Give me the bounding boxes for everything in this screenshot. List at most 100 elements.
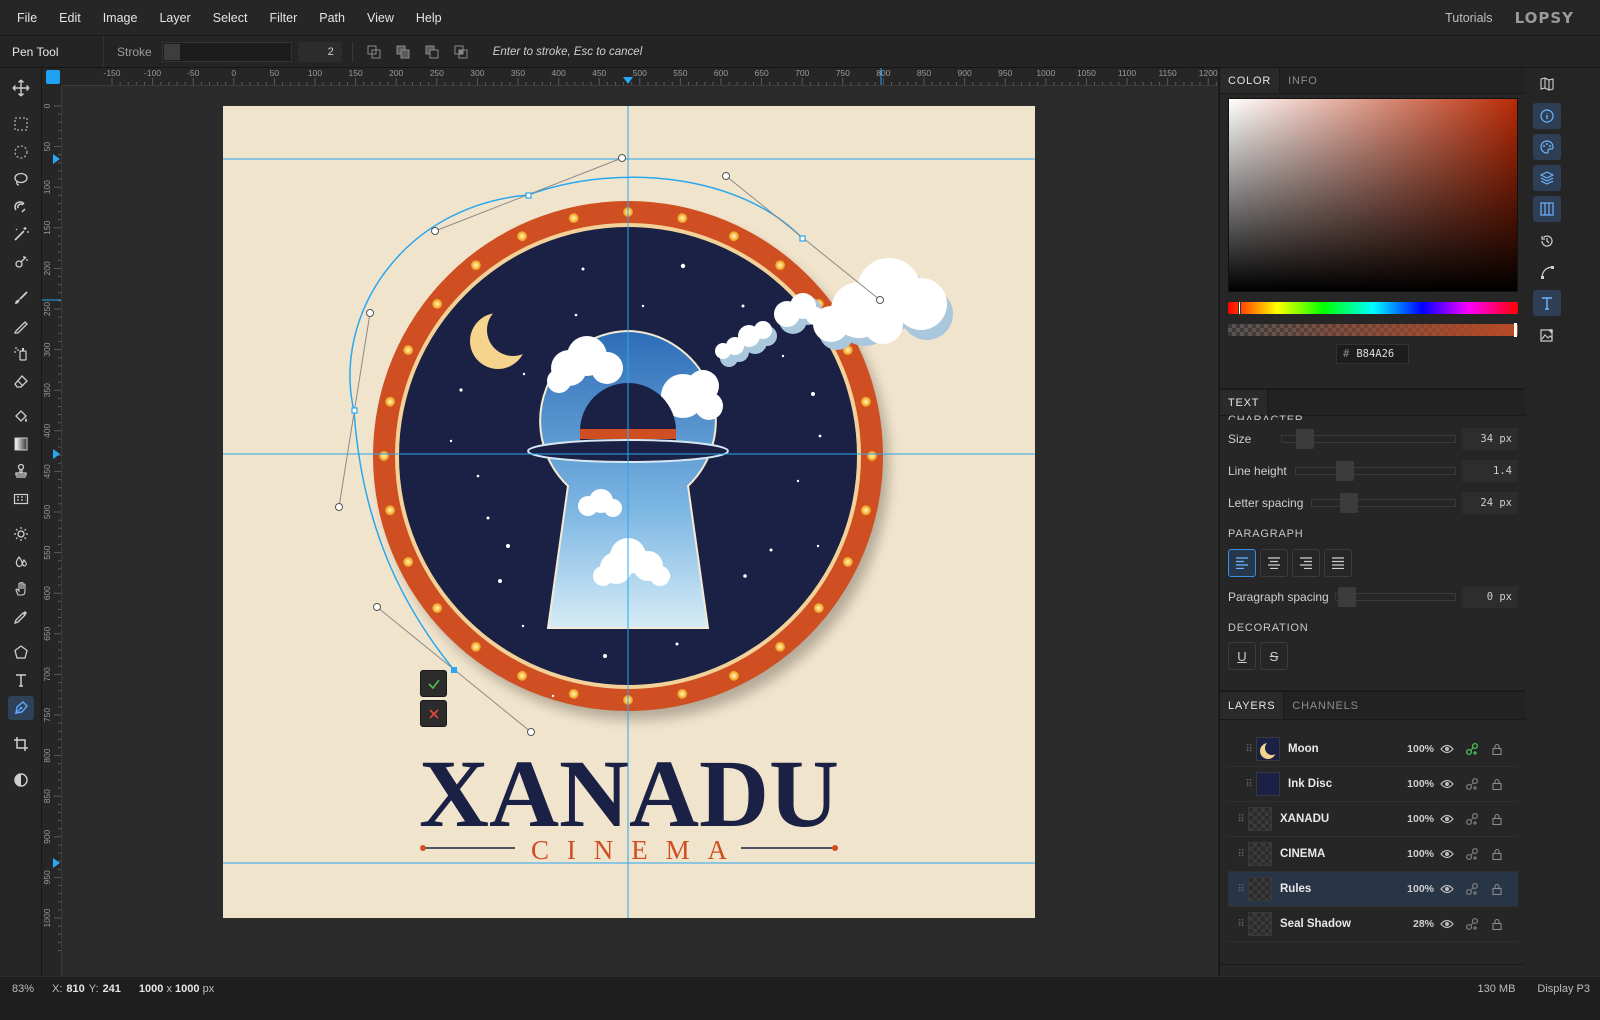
- blur-icon[interactable]: [8, 550, 34, 574]
- lock-icon[interactable]: [1484, 743, 1509, 755]
- fx-icon[interactable]: [1459, 847, 1484, 861]
- layer-name[interactable]: XANADU: [1280, 813, 1394, 825]
- eye-icon[interactable]: [1434, 884, 1459, 894]
- menu-file[interactable]: File: [6, 11, 48, 25]
- layer-row[interactable]: ⠿ Seal Shadow 28%: [1228, 907, 1518, 942]
- ellipse-select-icon[interactable]: [8, 140, 34, 164]
- rect-select-icon[interactable]: [8, 112, 34, 136]
- align-center-button[interactable]: [1260, 549, 1288, 577]
- path-overlay[interactable]: [62, 86, 1218, 976]
- tab-channels[interactable]: CHANNELS: [1284, 692, 1366, 719]
- lock-icon[interactable]: [1484, 778, 1509, 790]
- magnetic-lasso-icon[interactable]: [8, 195, 34, 219]
- path-mode-combine-icon[interactable]: [392, 41, 414, 63]
- layer-name[interactable]: Moon: [1288, 743, 1394, 755]
- eye-icon[interactable]: [1434, 814, 1459, 824]
- stamp-icon[interactable]: [8, 459, 34, 483]
- info-icon[interactable]: [1533, 103, 1561, 129]
- line-height-input[interactable]: 1.4: [1462, 460, 1518, 482]
- eyedropper-icon[interactable]: [8, 605, 34, 629]
- polygon-icon[interactable]: [8, 640, 34, 664]
- pencil-icon[interactable]: [8, 314, 34, 338]
- letter-spacing-slider[interactable]: [1311, 493, 1456, 513]
- line-height-slider[interactable]: [1294, 461, 1456, 481]
- eye-icon[interactable]: [1434, 744, 1459, 754]
- layer-opacity[interactable]: 100%: [1394, 778, 1434, 790]
- lasso-icon[interactable]: [8, 167, 34, 191]
- layer-opacity[interactable]: 100%: [1394, 883, 1434, 895]
- text-tool-icon[interactable]: [8, 668, 34, 692]
- alpha-marker[interactable]: [1514, 323, 1517, 337]
- fx-icon[interactable]: [1459, 777, 1484, 791]
- layer-name[interactable]: Ink Disc: [1288, 778, 1394, 790]
- fx-icon[interactable]: [1459, 917, 1484, 931]
- path-mode-intersect-icon[interactable]: [450, 41, 472, 63]
- navigator-icon[interactable]: [1533, 71, 1561, 97]
- drag-handle-icon[interactable]: ⠿: [1236, 884, 1246, 895]
- color-profile[interactable]: Display P3: [1537, 983, 1600, 995]
- drag-handle-icon[interactable]: ⠿: [1236, 849, 1246, 860]
- hue-slider[interactable]: [1228, 301, 1518, 315]
- lock-icon[interactable]: [1484, 918, 1509, 930]
- channels-icon[interactable]: [1533, 196, 1561, 222]
- spray-icon[interactable]: [8, 341, 34, 365]
- hand-icon[interactable]: [8, 577, 34, 601]
- paint-bucket-icon[interactable]: [8, 404, 34, 428]
- menu-select[interactable]: Select: [202, 11, 259, 25]
- brush-icon[interactable]: [8, 286, 34, 310]
- tab-info[interactable]: INFO: [1280, 68, 1325, 93]
- layer-row[interactable]: ⠿ XANADU 100%: [1228, 802, 1518, 837]
- gradient-icon[interactable]: [8, 432, 34, 456]
- fx-icon[interactable]: [1459, 742, 1484, 756]
- menu-view[interactable]: View: [356, 11, 405, 25]
- align-justify-button[interactable]: [1324, 549, 1352, 577]
- drag-handle-icon[interactable]: ⠿: [1236, 919, 1246, 930]
- fx-icon[interactable]: [1459, 812, 1484, 826]
- size-slider[interactable]: [1281, 429, 1456, 449]
- fx-icon[interactable]: [1459, 882, 1484, 896]
- drag-handle-icon[interactable]: ⠿: [1244, 744, 1254, 755]
- history-icon[interactable]: [1533, 228, 1561, 254]
- ruler-guide-marker[interactable]: [53, 858, 60, 868]
- stroke-slider[interactable]: [161, 41, 292, 62]
- confirm-path-button[interactable]: [420, 670, 447, 697]
- stroke-slider-knob[interactable]: [163, 43, 180, 60]
- size-input[interactable]: 34 px: [1462, 428, 1518, 450]
- drag-handle-icon[interactable]: ⠿: [1236, 814, 1246, 825]
- alpha-slider[interactable]: [1228, 323, 1518, 337]
- letter-spacing-knob[interactable]: [1340, 493, 1359, 513]
- layer-row[interactable]: ⠿ Ink Disc 100%: [1228, 767, 1518, 802]
- hex-value[interactable]: B84A26: [1356, 348, 1394, 360]
- layer-opacity[interactable]: 28%: [1394, 918, 1434, 930]
- contrast-icon[interactable]: [8, 768, 34, 792]
- paragraph-spacing-knob[interactable]: [1337, 587, 1356, 607]
- tab-text[interactable]: TEXT: [1220, 390, 1269, 415]
- drag-handle-icon[interactable]: ⠿: [1244, 779, 1254, 790]
- layer-name[interactable]: Seal Shadow: [1280, 918, 1394, 930]
- dodge-icon[interactable]: [8, 522, 34, 546]
- paragraph-spacing-slider[interactable]: [1334, 587, 1456, 607]
- layer-name[interactable]: CINEMA: [1280, 848, 1394, 860]
- menu-help[interactable]: Help: [405, 11, 453, 25]
- zoom-level[interactable]: 83%: [0, 983, 42, 995]
- cancel-path-button[interactable]: [420, 700, 447, 727]
- line-height-knob[interactable]: [1335, 461, 1354, 481]
- stroke-value-input[interactable]: 2: [297, 41, 342, 62]
- paragraph-spacing-input[interactable]: 0 px: [1462, 586, 1518, 608]
- eraser-icon[interactable]: [8, 369, 34, 393]
- menu-path[interactable]: Path: [308, 11, 356, 25]
- image-library-icon[interactable]: [1533, 322, 1561, 348]
- eye-icon[interactable]: [1434, 849, 1459, 859]
- path-mode-subtract-icon[interactable]: [421, 41, 443, 63]
- lock-icon[interactable]: [1484, 848, 1509, 860]
- size-knob[interactable]: [1296, 429, 1315, 449]
- menu-edit[interactable]: Edit: [48, 11, 92, 25]
- layer-opacity[interactable]: 100%: [1394, 813, 1434, 825]
- magic-wand-icon[interactable]: [8, 222, 34, 246]
- pattern-icon[interactable]: [8, 487, 34, 511]
- menu-filter[interactable]: Filter: [258, 11, 308, 25]
- layers-icon[interactable]: [1533, 165, 1561, 191]
- pen-tool-icon[interactable]: [8, 696, 34, 720]
- hex-input[interactable]: # B84A26: [1336, 344, 1409, 364]
- layer-opacity[interactable]: 100%: [1394, 848, 1434, 860]
